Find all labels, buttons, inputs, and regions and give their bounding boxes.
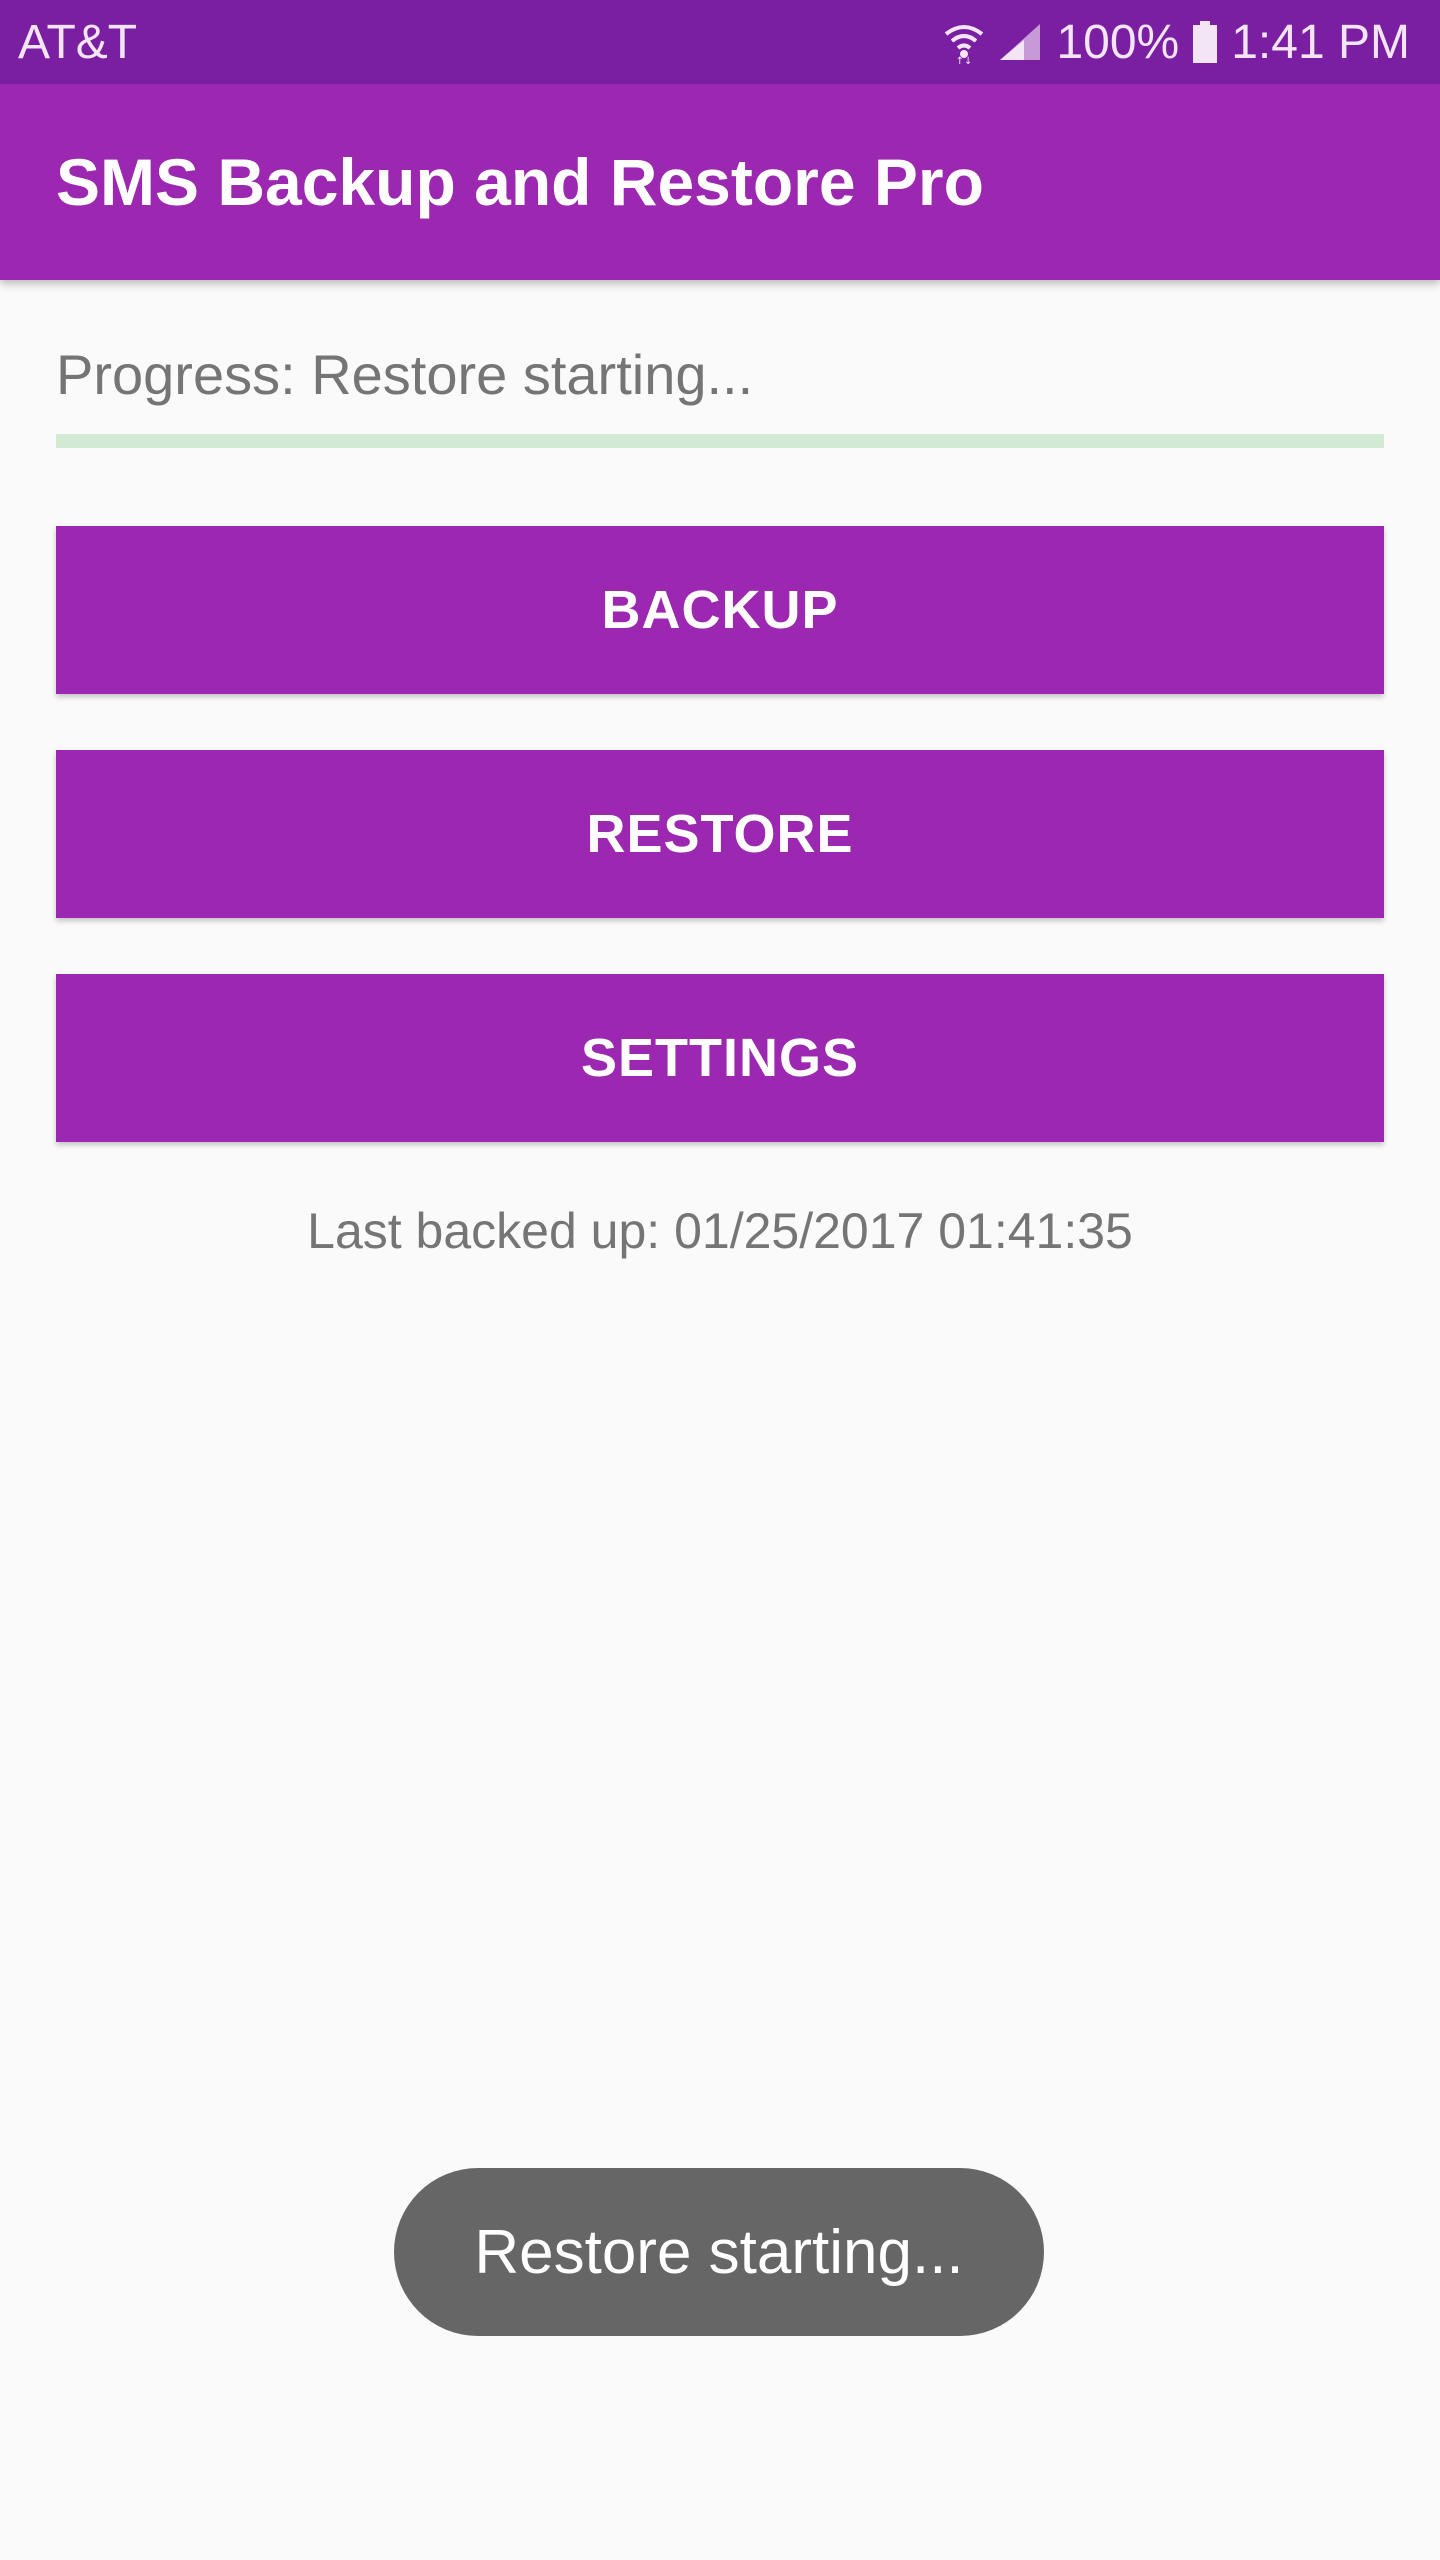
signal-icon xyxy=(998,22,1042,62)
app-bar: SMS Backup and Restore Pro xyxy=(0,84,1440,280)
carrier-label: AT&T xyxy=(18,15,138,69)
app-title: SMS Backup and Restore Pro xyxy=(56,145,984,219)
clock: 1:41 PM xyxy=(1231,15,1410,69)
status-icons: ↑↓ 100% 1:41 PM xyxy=(944,15,1410,70)
backup-button[interactable]: BACKUP xyxy=(56,526,1384,694)
battery-icon xyxy=(1193,21,1218,63)
toast-message: Restore starting... xyxy=(394,2168,1044,2336)
svg-text:↑↓: ↑↓ xyxy=(956,56,973,64)
progress-label: Progress: Restore starting... xyxy=(56,343,754,406)
restore-button[interactable]: RESTORE xyxy=(56,750,1384,918)
settings-button[interactable]: SETTINGS xyxy=(56,974,1384,1142)
last-backed-up-label: Last backed up: 01/25/2017 01:41:35 xyxy=(307,1203,1133,1259)
battery-percent: 100% xyxy=(1056,15,1180,69)
wifi-icon: ↑↓ xyxy=(944,20,984,64)
progress-bar xyxy=(56,434,1384,448)
status-bar: AT&T ↑↓ 100% 1:41 PM xyxy=(0,0,1440,84)
